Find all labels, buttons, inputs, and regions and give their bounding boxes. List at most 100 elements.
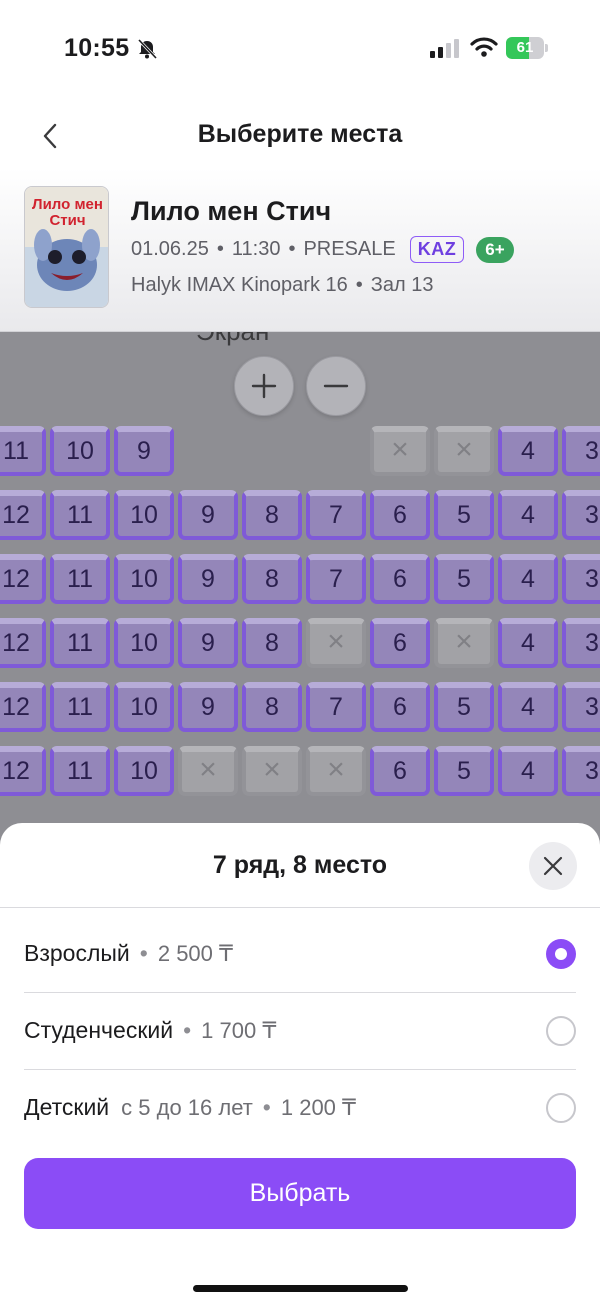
seat-taken: × <box>306 746 366 796</box>
seat[interactable]: 10 <box>114 554 174 604</box>
seat[interactable]: 7 <box>306 490 366 540</box>
seat-taken: × <box>434 426 494 476</box>
radio-button[interactable] <box>546 1016 576 1046</box>
select-button[interactable]: Выбрать <box>24 1158 576 1229</box>
seat[interactable]: 9 <box>178 618 238 668</box>
seat[interactable]: 11 <box>0 426 46 476</box>
ticket-name: Детский <box>24 1094 110 1120</box>
seat[interactable]: 3 <box>562 426 600 476</box>
seat[interactable]: 6 <box>370 618 430 668</box>
ticket-price: 1 700 ₸ <box>201 1018 277 1043</box>
seat[interactable]: 6 <box>370 682 430 732</box>
seat-taken: × <box>242 746 302 796</box>
seat[interactable]: 4 <box>498 746 558 796</box>
seat[interactable]: 9 <box>178 490 238 540</box>
seat[interactable]: 4 <box>498 426 558 476</box>
seat[interactable]: 6 <box>370 746 430 796</box>
seat[interactable]: 6 <box>370 490 430 540</box>
dot-separator: • <box>355 274 363 296</box>
seat[interactable]: 8 <box>242 490 302 540</box>
seat[interactable]: 9 <box>178 682 238 732</box>
seat[interactable]: 3 <box>562 618 600 668</box>
close-button[interactable] <box>529 842 577 890</box>
seat[interactable]: 12 <box>0 554 46 604</box>
cellular-signal-icon <box>430 39 459 58</box>
page-title: Выберите места <box>197 120 403 148</box>
ticket-option-adult[interactable]: Взрослый • 2 500 ₸ <box>24 916 576 993</box>
movie-title: Лило мен Стич <box>131 196 332 226</box>
seat-taken: × <box>434 618 494 668</box>
ticket-name: Взрослый <box>24 940 130 966</box>
seat[interactable]: 4 <box>498 682 558 732</box>
seat[interactable]: 11 <box>50 746 110 796</box>
bell-muted-icon <box>137 38 158 60</box>
seat[interactable]: 5 <box>434 490 494 540</box>
seat[interactable]: 5 <box>434 746 494 796</box>
cinema-line: Halyk IMAX Kinopark 16 • Зал 13 <box>131 274 433 297</box>
plus-icon <box>251 373 277 399</box>
seat[interactable]: 3 <box>562 746 600 796</box>
seat[interactable]: 4 <box>498 618 558 668</box>
seat[interactable]: 3 <box>562 682 600 732</box>
seat[interactable]: 10 <box>50 426 110 476</box>
movie-poster: Лило мен Стич <box>24 186 109 308</box>
seat[interactable]: 8 <box>242 554 302 604</box>
radio-button-selected[interactable] <box>546 939 576 969</box>
zoom-in-button[interactable] <box>234 356 294 416</box>
dot-separator: • <box>183 1017 192 1043</box>
battery-percent: 61 <box>516 39 534 56</box>
showtime-time: 11:30 <box>231 238 281 260</box>
status-bar: 10:55 61 <box>0 0 600 96</box>
seat[interactable]: 10 <box>114 490 174 540</box>
home-indicator <box>193 1285 408 1292</box>
header: Выберите места <box>0 96 600 168</box>
zoom-out-button[interactable] <box>306 356 366 416</box>
wifi-icon <box>470 37 498 57</box>
seat[interactable]: 11 <box>50 682 110 732</box>
dot-separator: • <box>216 238 224 260</box>
selected-seat-title: 7 ряд, 8 место <box>212 851 388 879</box>
seat[interactable]: 12 <box>0 746 46 796</box>
seat-map[interactable]: Экран 11109××431211109876543121110987654… <box>0 332 600 852</box>
sale-status: PRESALE <box>303 238 396 260</box>
seat[interactable]: 10 <box>114 618 174 668</box>
ticket-option-student[interactable]: Студенческий • 1 700 ₸ <box>24 993 576 1070</box>
movie-info: Лило мен Стич Лило мен Стич 01.06.25 • 1… <box>0 168 600 332</box>
cinema-name: Halyk IMAX Kinopark 16 <box>131 274 348 296</box>
showtime-date: 01.06.25 <box>131 238 209 260</box>
radio-button[interactable] <box>546 1093 576 1123</box>
seat[interactable]: 10 <box>114 682 174 732</box>
seat[interactable]: 12 <box>0 682 46 732</box>
seat[interactable]: 11 <box>50 618 110 668</box>
seat[interactable]: 4 <box>498 490 558 540</box>
seat-taken: × <box>178 746 238 796</box>
close-icon <box>543 856 563 876</box>
hall-name: Зал 13 <box>370 274 434 296</box>
seat[interactable]: 7 <box>306 682 366 732</box>
seat[interactable]: 12 <box>0 490 46 540</box>
seat[interactable]: 7 <box>306 554 366 604</box>
seat[interactable]: 10 <box>114 746 174 796</box>
poster-title: Лило мен Стич <box>32 196 103 229</box>
ticket-option-child[interactable]: Детский с 5 до 16 лет • 1 200 ₸ <box>24 1070 576 1147</box>
ticket-price: 2 500 ₸ <box>157 941 234 966</box>
seat[interactable]: 4 <box>498 554 558 604</box>
seat[interactable]: 11 <box>50 554 110 604</box>
seat[interactable]: 8 <box>242 682 302 732</box>
language-badge: KAZ <box>409 236 465 263</box>
seat-taken: × <box>370 426 430 476</box>
screen-label: Экран <box>196 332 269 347</box>
seat[interactable]: 3 <box>562 554 600 604</box>
seat[interactable]: 5 <box>434 682 494 732</box>
seat[interactable]: 6 <box>370 554 430 604</box>
ticket-name: Студенческий <box>24 1017 174 1043</box>
seat[interactable]: 5 <box>434 554 494 604</box>
seat[interactable]: 8 <box>242 618 302 668</box>
seat[interactable]: 12 <box>0 618 46 668</box>
battery-icon: 61 <box>506 37 548 59</box>
seat[interactable]: 3 <box>562 490 600 540</box>
ticket-price: 1 200 ₸ <box>280 1095 357 1120</box>
seat[interactable]: 9 <box>114 426 174 476</box>
seat[interactable]: 11 <box>50 490 110 540</box>
seat[interactable]: 9 <box>178 554 238 604</box>
